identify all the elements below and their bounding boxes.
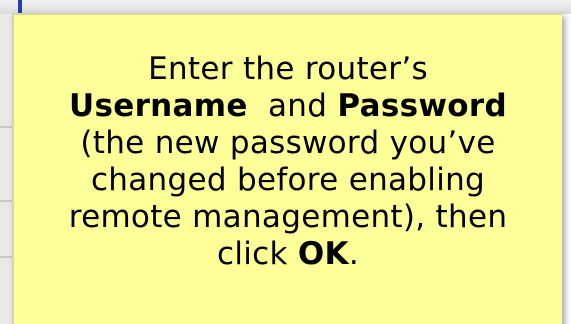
and-text: and <box>268 88 328 124</box>
intro-text: Enter the router’s <box>148 51 428 87</box>
screen: Enter the router’s Username and Password… <box>0 0 571 324</box>
click-text: click <box>216 236 288 272</box>
background-window-frame <box>0 0 571 14</box>
period-text: . <box>348 236 360 272</box>
instruction-callout: Enter the router’s Username and Password… <box>12 13 562 324</box>
callout-line-6: click OK. <box>14 236 562 273</box>
callout-line-2: Username and Password <box>14 88 562 125</box>
password-label: Password <box>337 88 507 124</box>
callout-line-4-text: changed before enabling <box>90 162 486 198</box>
callout-line-1: Enter the router’s <box>14 51 562 88</box>
callout-text: Enter the router’s Username and Password… <box>14 51 562 273</box>
callout-line-5: remote management), then <box>14 199 562 236</box>
username-label: Username <box>69 88 248 124</box>
callout-line-3-text: (the new password you’ve <box>80 125 496 161</box>
callout-line-3: (the new password you’ve <box>14 125 562 162</box>
callout-line-4: changed before enabling <box>14 162 562 199</box>
ok-label: OK <box>297 236 349 272</box>
callout-line-5-text: remote management), then <box>68 199 508 235</box>
